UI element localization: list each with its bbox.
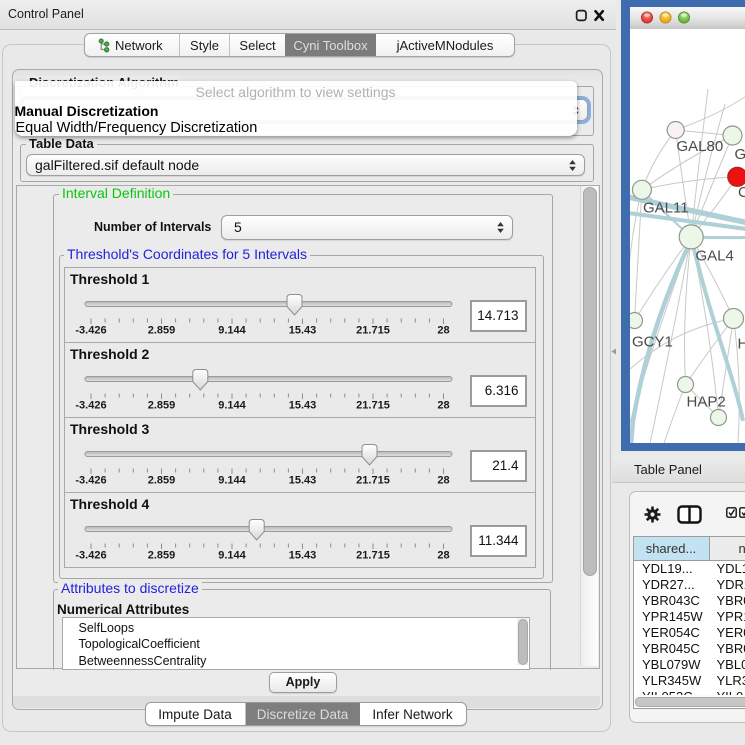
svg-text:GAL: GAL <box>734 146 745 163</box>
svg-text:15.43: 15.43 <box>288 324 316 336</box>
svg-text:21.715: 21.715 <box>356 474 390 486</box>
svg-text:GAL11: GAL11 <box>643 199 689 216</box>
svg-text:21.715: 21.715 <box>356 549 390 561</box>
svg-text:15.43: 15.43 <box>288 399 316 411</box>
svg-text:-3.426: -3.426 <box>75 324 106 336</box>
svg-text:21.715: 21.715 <box>356 399 390 411</box>
svg-text:H: H <box>737 335 745 352</box>
svg-text:28: 28 <box>437 549 449 561</box>
svg-text:-3.426: -3.426 <box>75 549 106 561</box>
svg-text:HAP2: HAP2 <box>686 393 725 410</box>
svg-text:2.859: 2.859 <box>147 399 175 411</box>
svg-text:28: 28 <box>437 474 449 486</box>
svg-text:28: 28 <box>437 324 449 336</box>
svg-text:15.43: 15.43 <box>288 474 316 486</box>
svg-text:-3.426: -3.426 <box>75 474 106 486</box>
svg-text:2.859: 2.859 <box>147 474 175 486</box>
svg-text:28: 28 <box>437 399 449 411</box>
svg-text:2.859: 2.859 <box>147 324 175 336</box>
svg-text:21.715: 21.715 <box>356 324 390 336</box>
svg-text:GAL4: GAL4 <box>695 247 733 264</box>
svg-text:2.859: 2.859 <box>147 549 175 561</box>
svg-text:-3.426: -3.426 <box>75 399 106 411</box>
svg-text:9.144: 9.144 <box>218 549 246 561</box>
svg-text:9.144: 9.144 <box>218 324 246 336</box>
svg-text:15.43: 15.43 <box>288 549 316 561</box>
svg-text:GAL80: GAL80 <box>676 138 723 155</box>
svg-text:9.144: 9.144 <box>218 474 246 486</box>
svg-text:CD: CD <box>738 184 745 201</box>
svg-text:GCY1: GCY1 <box>632 333 673 350</box>
svg-text:9.144: 9.144 <box>218 399 246 411</box>
